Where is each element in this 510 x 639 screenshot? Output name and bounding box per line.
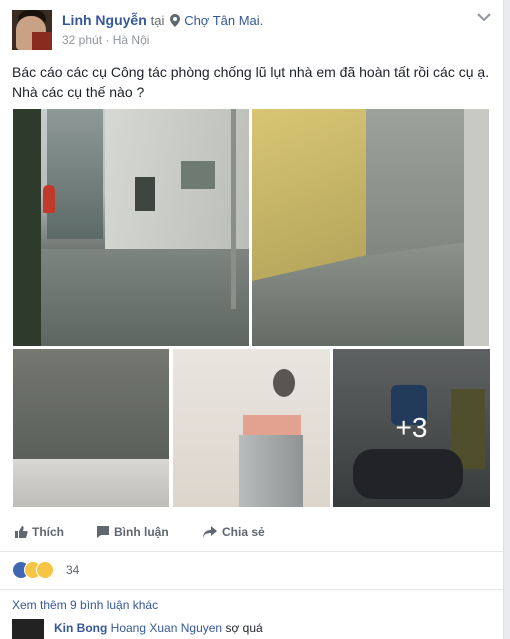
photo-5[interactable]: +3 bbox=[333, 349, 490, 507]
commenter-name[interactable]: Kin Bong bbox=[54, 621, 107, 635]
author-avatar[interactable] bbox=[12, 10, 52, 50]
post-time[interactable]: 32 phút bbox=[62, 33, 102, 47]
photo-4[interactable] bbox=[173, 349, 330, 507]
meta-separator: · bbox=[105, 33, 110, 47]
view-more-comments-link[interactable]: Xem thêm 9 bình luận khác bbox=[12, 598, 158, 612]
photo-2[interactable] bbox=[252, 109, 489, 346]
post-header: Linh Nguyễn tại Chợ Tân Mai. 32 phút · H… bbox=[12, 10, 491, 50]
tagged-user[interactable]: Hoang Xuan Nguyen bbox=[111, 621, 222, 635]
location-pin-icon bbox=[170, 14, 181, 27]
commenter-avatar[interactable] bbox=[12, 619, 44, 639]
comment-label: Bình luận bbox=[114, 525, 169, 539]
post-meta: 32 phút · Hà Nội bbox=[62, 33, 149, 47]
place-link[interactable]: Chợ Tân Mai. bbox=[184, 13, 263, 28]
thumbs-up-icon bbox=[15, 526, 28, 538]
comment-button[interactable]: Bình luận bbox=[96, 522, 169, 542]
post-location: Hà Nội bbox=[112, 33, 150, 47]
chevron-down-icon[interactable] bbox=[477, 12, 491, 22]
author-name[interactable]: Linh Nguyễn bbox=[62, 12, 147, 28]
more-photos-label[interactable]: +3 bbox=[333, 349, 490, 507]
divider bbox=[0, 551, 503, 552]
photo-grid: +3 bbox=[12, 109, 490, 507]
share-button[interactable]: Chia sẻ bbox=[202, 522, 265, 542]
photo-3[interactable] bbox=[13, 349, 169, 507]
author-line: Linh Nguyễn tại Chợ Tân Mai. bbox=[62, 12, 263, 28]
share-arrow-icon bbox=[203, 526, 217, 538]
post-text: Bác cáo các cụ Công tác phòng chống lũ l… bbox=[12, 64, 490, 100]
at-label: tại bbox=[150, 13, 165, 28]
comment-text: Kin Bong Hoang Xuan Nguyen sợ quá bbox=[54, 621, 263, 635]
wow-icon bbox=[36, 561, 54, 579]
action-bar: Thích Bình luận Chia sẻ bbox=[12, 522, 490, 546]
photo-1[interactable] bbox=[13, 109, 249, 346]
share-label: Chia sẻ bbox=[222, 525, 265, 539]
comment-item: Kin Bong Hoang Xuan Nguyen sợ quá bbox=[12, 619, 490, 639]
reaction-count[interactable]: 34 bbox=[66, 563, 79, 577]
divider bbox=[0, 589, 503, 590]
like-label: Thích bbox=[32, 525, 64, 539]
like-button[interactable]: Thích bbox=[14, 522, 64, 542]
post-card: Linh Nguyễn tại Chợ Tân Mai. 32 phút · H… bbox=[0, 0, 504, 639]
comment-body: sợ quá bbox=[225, 621, 263, 635]
comment-icon bbox=[97, 526, 109, 538]
